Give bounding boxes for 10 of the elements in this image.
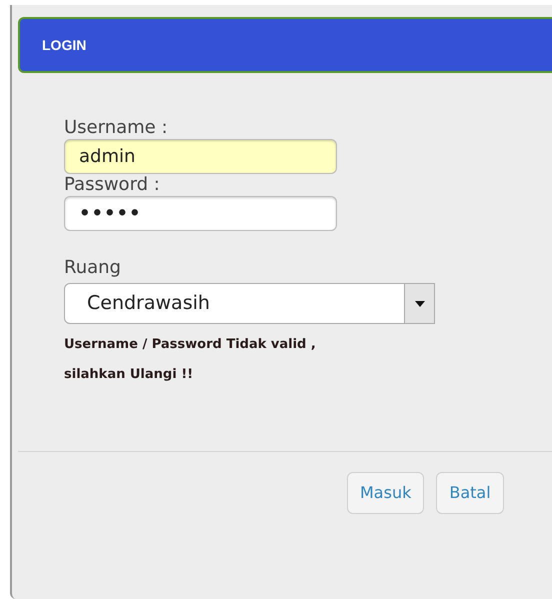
dialog-title: LOGIN bbox=[42, 36, 86, 54]
login-button[interactable]: Masuk bbox=[347, 472, 424, 514]
cancel-button[interactable]: Batal bbox=[436, 472, 504, 514]
error-message: Username / Password Tidak valid , silahkan Ulangi !! bbox=[64, 336, 317, 384]
room-select[interactable]: Cendrawasih bbox=[64, 283, 435, 324]
username-field[interactable]: admin bbox=[64, 139, 337, 174]
room-label: Ruang bbox=[64, 257, 122, 279]
field-label: Username : bbox=[64, 117, 169, 139]
password-field[interactable]: ••••• bbox=[64, 196, 337, 231]
field-label: Password : bbox=[64, 174, 161, 196]
